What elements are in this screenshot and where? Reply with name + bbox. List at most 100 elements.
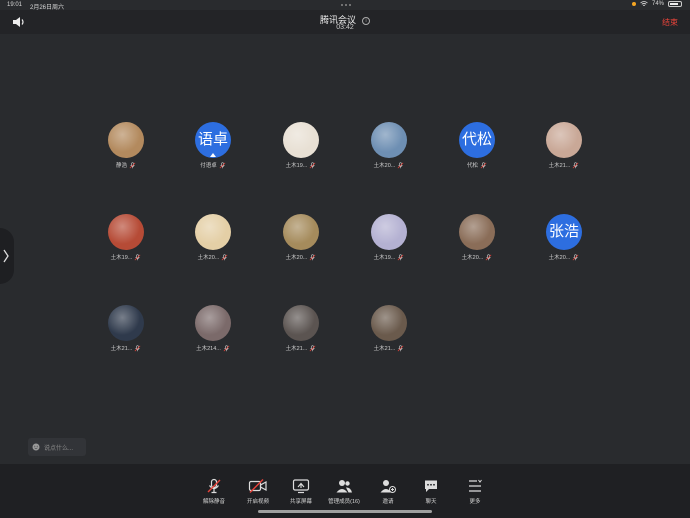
participant-tile[interactable]: 土木19... xyxy=(266,122,336,169)
mic-muted-icon xyxy=(309,161,316,168)
video-off-icon xyxy=(248,479,267,493)
home-indicator[interactable] xyxy=(258,510,432,513)
avatar[interactable] xyxy=(108,214,144,250)
chat-button[interactable]: 聊天 xyxy=(411,478,451,505)
participant-name: 土木21... xyxy=(285,346,308,352)
participant-name-row: 土木19... xyxy=(354,253,424,261)
participant-name: 土木19... xyxy=(373,255,396,261)
participant-tile[interactable]: 土木20... xyxy=(442,214,512,261)
mic-muted-icon xyxy=(485,253,492,260)
manage-members-button[interactable]: 管理成员(16) xyxy=(324,478,364,505)
participant-name-row: 静浩 xyxy=(91,161,161,169)
participant-tile[interactable]: 土木19... xyxy=(354,214,424,261)
participant-name: 土木20... xyxy=(548,255,571,261)
avatar[interactable] xyxy=(371,214,407,250)
share-screen-button[interactable]: 共享屏幕 xyxy=(281,478,321,505)
avatar[interactable]: 张浩 xyxy=(546,214,582,250)
chevron-right-icon xyxy=(3,249,9,263)
participant-name-row: 土木21... xyxy=(529,161,599,169)
mic-muted-icon xyxy=(207,478,221,494)
participant-name: 土木21... xyxy=(373,346,396,352)
avatar[interactable]: 代松 xyxy=(459,122,495,158)
participant-tile[interactable]: 代松 代松 xyxy=(442,122,512,169)
meeting-timer: 03:42 xyxy=(336,24,354,31)
participant-tile[interactable]: 土木21... xyxy=(266,305,336,352)
participant-tile[interactable]: 土木19... xyxy=(91,214,161,261)
participant-name-row: 土木19... xyxy=(91,253,161,261)
invite-label: 邀请 xyxy=(382,499,394,505)
participant-name: 付语卓 xyxy=(200,163,217,169)
participant-tile[interactable]: 土木21... xyxy=(529,122,599,169)
avatar[interactable] xyxy=(546,122,582,158)
more-menu-icon xyxy=(469,479,482,492)
mic-muted-icon xyxy=(223,344,230,351)
manage-members-label: 管理成员(16) xyxy=(328,499,360,505)
participant-tile[interactable]: 张浩土木20... xyxy=(529,214,599,261)
location-dot-icon xyxy=(631,2,636,6)
mic-muted-icon xyxy=(397,344,404,351)
mic-muted-icon xyxy=(129,161,136,168)
unmute-label: 解除静音 xyxy=(202,499,225,505)
participant-name: 土木20... xyxy=(373,163,396,169)
avatar[interactable] xyxy=(195,214,231,250)
avatar[interactable] xyxy=(371,305,407,341)
participant-name: 土木19... xyxy=(110,255,133,261)
multitasking-dots-icon[interactable] xyxy=(341,4,351,6)
mic-muted-icon xyxy=(480,161,487,168)
avatar[interactable]: 语卓 xyxy=(195,122,231,158)
participant-name: 土木20... xyxy=(197,255,220,261)
speaking-indicator-icon xyxy=(210,153,216,157)
participant-name-row: 土木20... xyxy=(178,253,248,261)
unmute-button[interactable]: 解除静音 xyxy=(194,478,234,505)
start-video-button[interactable]: 开启视频 xyxy=(238,478,278,505)
start-video-label: 开启视频 xyxy=(246,499,269,505)
avatar[interactable] xyxy=(283,214,319,250)
participant-tile[interactable]: 土木21... xyxy=(91,305,161,352)
avatar-text: 语卓 xyxy=(197,131,228,148)
share-screen-icon xyxy=(292,479,310,494)
sidebar-expand-tab[interactable] xyxy=(0,228,14,284)
end-meeting-button[interactable]: 结束 xyxy=(662,17,678,28)
participant-tile[interactable]: 土木20... xyxy=(354,122,424,169)
avatar[interactable] xyxy=(459,214,495,250)
mic-muted-icon xyxy=(572,253,579,260)
avatar[interactable] xyxy=(371,122,407,158)
status-indicators: 74% xyxy=(631,1,682,7)
avatar[interactable] xyxy=(108,122,144,158)
participant-name-row: 付语卓 xyxy=(178,161,248,169)
chat-input[interactable]: 说点什么... xyxy=(28,438,86,456)
battery-icon xyxy=(668,1,682,7)
participant-name: 土木20... xyxy=(285,255,308,261)
members-icon xyxy=(336,480,352,493)
participant-tile[interactable]: 静浩 xyxy=(91,122,161,169)
meeting-header: 腾讯会议 i 03:42 结束 xyxy=(0,10,690,34)
avatar-text: 张浩 xyxy=(548,223,579,240)
avatar[interactable] xyxy=(108,305,144,341)
participant-tile[interactable]: 土木20... xyxy=(266,214,336,261)
mic-muted-icon xyxy=(397,253,404,260)
status-time: 19:01 xyxy=(7,2,23,8)
avatar[interactable] xyxy=(283,305,319,341)
participant-name-row: 土木20... xyxy=(266,253,336,261)
participant-name: 土木214... xyxy=(196,346,221,352)
avatar[interactable] xyxy=(195,305,231,341)
mic-muted-icon xyxy=(309,344,316,351)
chat-input-placeholder: 说点什么... xyxy=(44,445,74,452)
participant-tile[interactable]: 土木21... xyxy=(354,305,424,352)
participant-grid: 静浩 语卓 付语卓 土木19... 土木20... 代松 代松 土木21... 土木19... 土… xyxy=(0,34,690,464)
emoji-icon[interactable] xyxy=(32,443,40,451)
more-button[interactable]: 更多 xyxy=(455,478,495,505)
mic-muted-icon xyxy=(221,253,228,260)
mic-muted-icon xyxy=(309,253,316,260)
participant-tile[interactable]: 土木214... xyxy=(178,305,248,352)
participant-name: 土木20... xyxy=(461,255,484,261)
participant-name-row: 土木214... xyxy=(178,344,248,352)
invite-user-icon xyxy=(380,480,396,493)
avatar[interactable] xyxy=(283,122,319,158)
participant-name: 土木21... xyxy=(110,346,133,352)
mic-muted-icon xyxy=(134,253,141,260)
participant-tile[interactable]: 语卓 付语卓 xyxy=(178,122,248,169)
participant-tile[interactable]: 土木20... xyxy=(178,214,248,261)
wifi-icon xyxy=(640,1,648,6)
invite-button[interactable]: 邀请 xyxy=(368,478,408,505)
